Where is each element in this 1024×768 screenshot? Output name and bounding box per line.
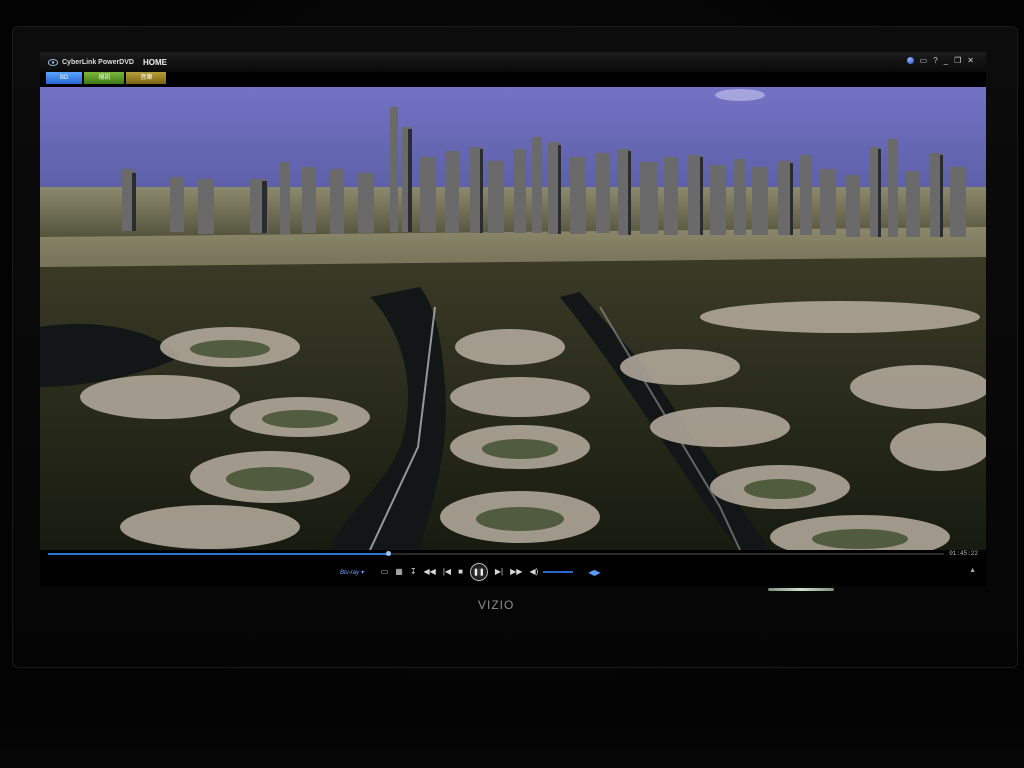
volume-slider[interactable] [543,571,574,573]
tab-video[interactable]: 視訊 [84,72,125,84]
playback-controls: Blu-ray ▾ ▭ ▦ ↧ ◀◀ |◀ ■ ❚❚ ▶| ▶▶ ◀) ◀▶ [340,562,601,582]
tv-mode-icon[interactable]: ▭ [920,56,928,65]
seek-bar[interactable]: 01:45:22 [40,550,986,560]
close-button[interactable]: ✕ [967,56,974,65]
online-globe-icon[interactable] [906,57,914,64]
video-frame[interactable] [40,87,986,550]
pause-icon: ❚❚ [473,569,485,576]
home-button[interactable]: HOME [143,58,167,67]
media-tabs: BD 視訊 音樂 [46,72,168,84]
tab-bd[interactable]: BD [46,72,83,84]
chapters-icon[interactable]: ▦ [395,567,403,577]
rewind-icon[interactable]: ◀◀ [424,567,436,577]
tv-screen: CyberLink PowerDVD HOME ▭ ? _ ❐ ✕ BD 視訊 … [40,52,986,586]
player-titlebar: CyberLink PowerDVD HOME ▭ ? _ ❐ ✕ [40,52,986,72]
fast-forward-icon[interactable]: ▶▶ [510,567,522,577]
tab-music[interactable]: 音樂 [126,72,167,84]
app-title: CyberLink PowerDVD [62,58,134,66]
disc-type-dropdown[interactable]: Blu-ray ▾ [340,569,364,576]
more-controls-icon[interactable]: ◀▶ [588,568,600,577]
next-icon[interactable]: ▶| [495,567,503,577]
timecode: 01:45:22 [949,550,978,557]
subtitles-icon[interactable]: ↧ [410,567,417,577]
eject-icon[interactable]: ▲ [969,567,976,574]
tv-stand-area [0,680,1024,768]
aerial-city-video [40,87,986,550]
seek-handle[interactable] [386,551,392,556]
powerdvd-logo-icon [48,58,58,66]
tv-brand-logo: VIZIO [478,598,515,612]
menu-icon[interactable]: ▭ [381,567,389,577]
restore-button[interactable]: ❐ [954,56,961,65]
previous-icon[interactable]: |◀ [443,567,451,577]
minimize-button[interactable]: _ [944,56,948,65]
seek-track[interactable] [48,551,944,556]
pause-button[interactable]: ❚❚ [469,563,488,581]
power-led [768,588,834,591]
volume-icon[interactable]: ◀) [529,567,538,577]
stop-icon[interactable]: ■ [458,567,463,577]
seek-progress-fill [48,553,389,555]
help-button[interactable]: ? [933,56,937,65]
window-controls: ▭ ? _ ❐ ✕ [906,56,974,65]
